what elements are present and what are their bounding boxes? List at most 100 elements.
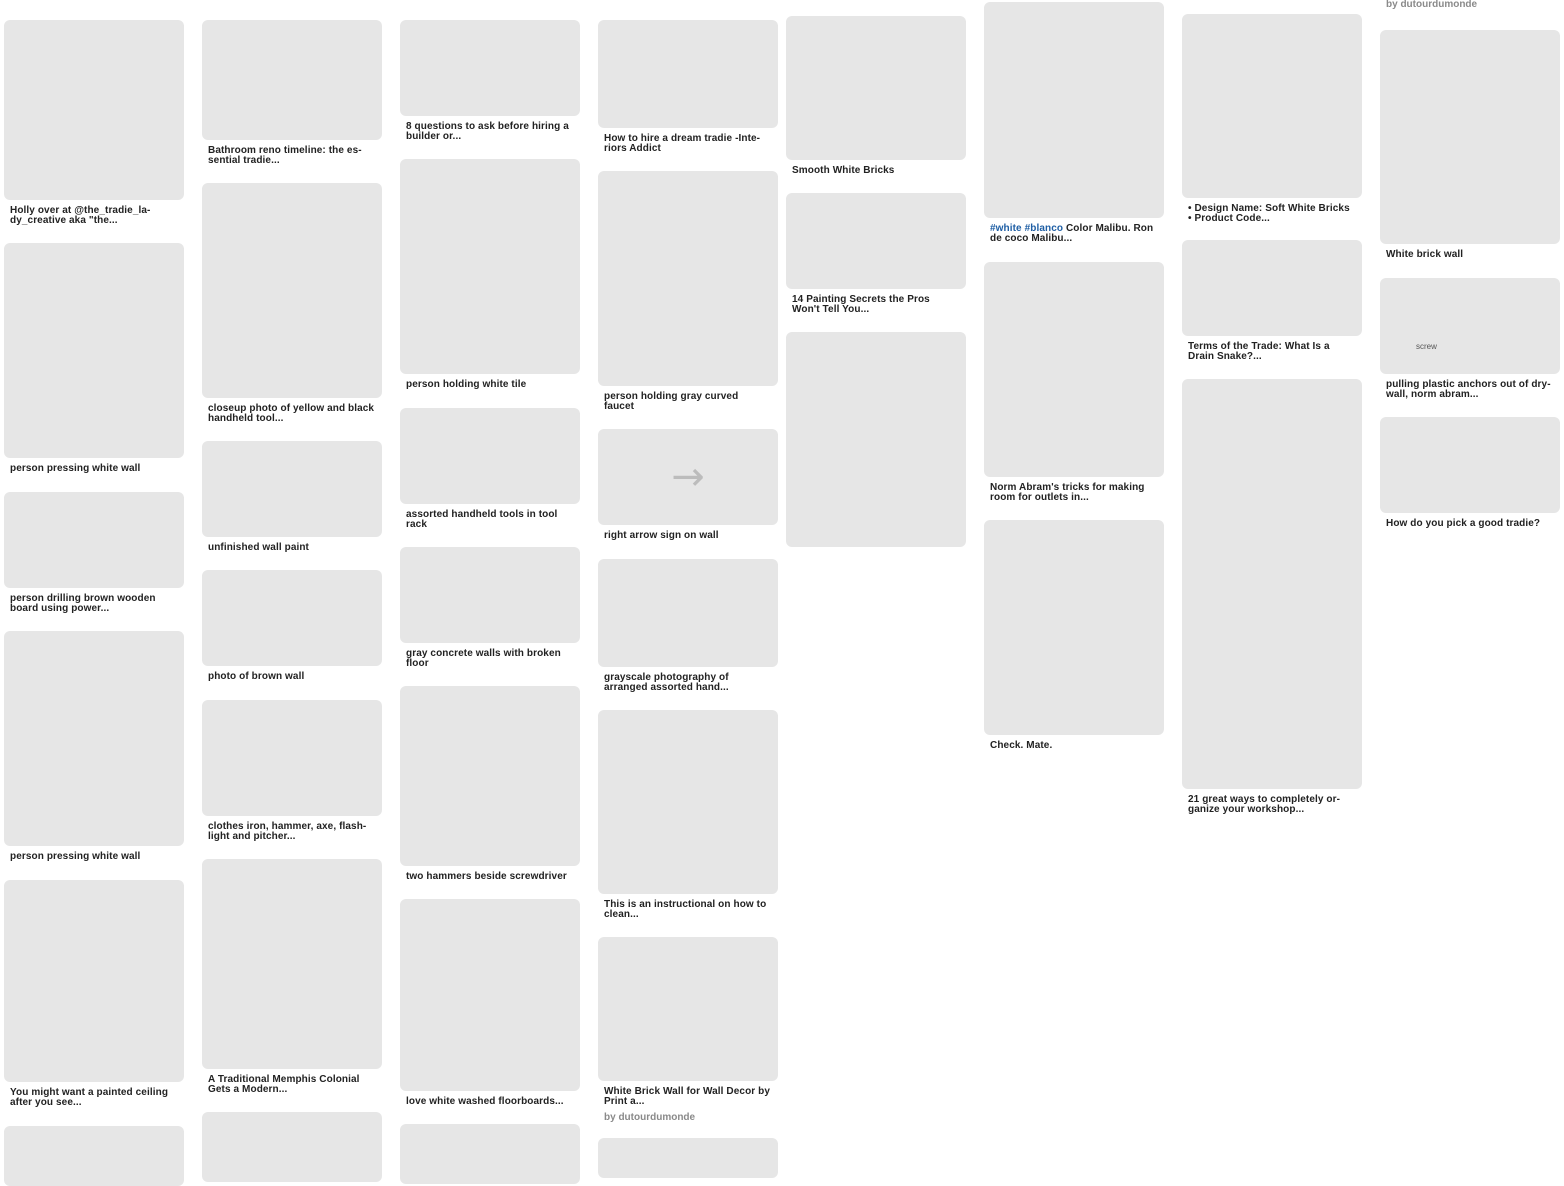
pin-caption[interactable]: Smooth White Bricks xyxy=(792,166,960,176)
pin-caption[interactable]: person pressing white wall xyxy=(10,464,178,474)
pin-image[interactable] xyxy=(786,193,966,289)
pin-card[interactable]: How do you pick a good tradie? xyxy=(1380,417,1560,529)
pin-image[interactable] xyxy=(598,710,778,894)
pin-image[interactable] xyxy=(984,2,1164,218)
pin-image[interactable] xyxy=(400,1124,580,1184)
pin-card[interactable]: screw pulling plastic anchors out of dry-… xyxy=(1380,278,1560,400)
pin-card[interactable]: 8 questions to ask before hiring a builde… xyxy=(400,20,580,142)
pin-caption[interactable]: How do you pick a good tradie? xyxy=(1386,519,1554,529)
pin-card[interactable]: 21 great ways to completely or-ganize yo… xyxy=(1182,379,1362,815)
pin-card[interactable]: person pressing white wall xyxy=(4,631,184,862)
pin-caption[interactable]: grayscale photography of arranged assorte… xyxy=(604,673,772,693)
pin-card[interactable]: photo of brown wall xyxy=(202,570,382,682)
pin-caption[interactable]: gray concrete walls with broken floor xyxy=(406,649,574,669)
pin-image[interactable] xyxy=(4,880,184,1082)
pin-image[interactable] xyxy=(984,262,1164,477)
pin-card[interactable] xyxy=(400,1124,580,1184)
pin-image[interactable] xyxy=(202,1112,382,1182)
pin-caption[interactable]: 21 great ways to completely or-ganize yo… xyxy=(1188,795,1356,815)
pin-image[interactable] xyxy=(202,441,382,537)
pin-image[interactable] xyxy=(598,171,778,386)
pin-caption[interactable]: Bathroom reno timeline: the es-sential t… xyxy=(208,146,376,166)
top-byline[interactable]: by dutourdumonde xyxy=(1386,0,1477,10)
pin-caption[interactable]: pulling plastic anchors out of dry-wall,… xyxy=(1386,380,1554,400)
pin-caption[interactable]: closeup photo of yellow and black handhel… xyxy=(208,404,376,424)
pin-image[interactable] xyxy=(1182,379,1362,789)
pin-card[interactable] xyxy=(598,1138,778,1178)
pin-caption[interactable]: 8 questions to ask before hiring a builde… xyxy=(406,122,574,142)
pin-image[interactable] xyxy=(598,20,778,128)
pin-image[interactable] xyxy=(202,570,382,666)
pin-card[interactable]: love white washed floorboards... xyxy=(400,899,580,1107)
pin-image[interactable]: screw xyxy=(1380,278,1560,374)
pin-caption[interactable]: White Brick Wall for Wall Decor by Print … xyxy=(604,1087,772,1107)
pin-card[interactable]: You might want a painted ceiling after yo… xyxy=(4,880,184,1108)
pin-image[interactable] xyxy=(984,520,1164,735)
pin-caption[interactable]: This is an instructional on how to clean.… xyxy=(604,900,772,920)
pin-card[interactable] xyxy=(786,332,966,547)
pin-caption[interactable]: love white washed floorboards... xyxy=(406,1097,574,1107)
pin-image[interactable] xyxy=(202,183,382,398)
pin-image[interactable] xyxy=(1380,30,1560,244)
pin-image[interactable] xyxy=(400,686,580,866)
pin-byline[interactable]: by dutourdumonde xyxy=(604,1112,772,1123)
pin-caption[interactable]: How to hire a dream tradie -Inte-riors A… xyxy=(604,134,772,154)
pin-image[interactable] xyxy=(202,700,382,816)
pin-caption[interactable]: right arrow sign on wall xyxy=(604,531,772,541)
pin-card[interactable]: Terms of the Trade: What Is a Drain Snake… xyxy=(1182,240,1362,362)
pin-caption[interactable]: #white #blanco Color Malibu. Ron de coco … xyxy=(990,224,1158,244)
pin-caption[interactable]: person holding white tile xyxy=(406,380,574,390)
pin-caption[interactable]: Check. Mate. xyxy=(990,741,1158,751)
pin-card[interactable]: A Traditional Memphis Colonial Gets a Mod… xyxy=(202,859,382,1095)
pin-image[interactable] xyxy=(4,20,184,200)
pin-image[interactable]: → xyxy=(598,429,778,525)
pin-card[interactable]: Holly over at @the_tradie_la-dy_creative… xyxy=(4,20,184,226)
pin-image[interactable] xyxy=(598,937,778,1081)
pin-image[interactable] xyxy=(400,547,580,643)
pin-caption[interactable]: photo of brown wall xyxy=(208,672,376,682)
pin-card[interactable]: How to hire a dream tradie -Inte-riors A… xyxy=(598,20,778,154)
pin-caption[interactable]: White brick wall xyxy=(1386,250,1554,260)
pin-caption[interactable]: Norm Abram's tricks for making room for o… xyxy=(990,483,1158,503)
pin-caption[interactable]: two hammers beside screwdriver xyxy=(406,872,574,882)
pin-image[interactable] xyxy=(202,859,382,1069)
pin-card[interactable]: Smooth White Bricks xyxy=(786,16,966,176)
pin-card[interactable]: two hammers beside screwdriver xyxy=(400,686,580,882)
pin-caption[interactable]: 14 Painting Secrets the Pros Won't Tell Y… xyxy=(792,295,960,315)
pin-image[interactable] xyxy=(598,559,778,667)
pin-image[interactable] xyxy=(4,1126,184,1186)
pin-caption[interactable]: person holding gray curved faucet xyxy=(604,392,772,412)
pin-caption[interactable]: Terms of the Trade: What Is a Drain Snake… xyxy=(1188,342,1356,362)
pin-image[interactable] xyxy=(4,631,184,846)
pin-caption[interactable]: person drilling brown wooden board using … xyxy=(10,594,178,614)
pin-image[interactable] xyxy=(786,332,966,547)
pin-card[interactable]: → right arrow sign on wall xyxy=(598,429,778,541)
pin-card[interactable]: gray concrete walls with broken floor xyxy=(400,547,580,669)
pin-card[interactable]: assorted handheld tools in tool rack xyxy=(400,408,580,530)
pin-card[interactable]: person drilling brown wooden board using … xyxy=(4,492,184,614)
pin-image[interactable] xyxy=(1380,417,1560,513)
pin-card[interactable] xyxy=(202,1112,382,1182)
pin-image[interactable] xyxy=(202,20,382,140)
pin-image[interactable] xyxy=(786,16,966,160)
pin-caption[interactable]: person pressing white wall xyxy=(10,852,178,862)
pin-caption[interactable]: A Traditional Memphis Colonial Gets a Mod… xyxy=(208,1075,376,1095)
pin-card[interactable]: Bathroom reno timeline: the es-sential t… xyxy=(202,20,382,166)
pin-image[interactable] xyxy=(4,492,184,588)
pin-card[interactable]: White brick wall xyxy=(1380,30,1560,260)
pin-card[interactable]: grayscale photography of arranged assorte… xyxy=(598,559,778,693)
pin-card[interactable]: unfinished wall paint xyxy=(202,441,382,553)
pin-card[interactable]: 14 Painting Secrets the Pros Won't Tell Y… xyxy=(786,193,966,315)
pin-caption[interactable]: assorted handheld tools in tool rack xyxy=(406,510,574,530)
pin-image[interactable] xyxy=(1182,240,1362,336)
pin-image[interactable] xyxy=(400,20,580,116)
pin-caption[interactable]: unfinished wall paint xyxy=(208,543,376,553)
pin-card[interactable]: closeup photo of yellow and black handhel… xyxy=(202,183,382,424)
pin-card[interactable]: This is an instructional on how to clean.… xyxy=(598,710,778,920)
pin-card[interactable]: clothes iron, hammer, axe, flash-light a… xyxy=(202,700,382,842)
pin-card[interactable]: person holding white tile xyxy=(400,159,580,390)
pin-card[interactable] xyxy=(4,1126,184,1186)
pin-image[interactable] xyxy=(400,899,580,1091)
pin-image[interactable] xyxy=(400,408,580,504)
pin-card[interactable]: person holding gray curved faucet xyxy=(598,171,778,412)
